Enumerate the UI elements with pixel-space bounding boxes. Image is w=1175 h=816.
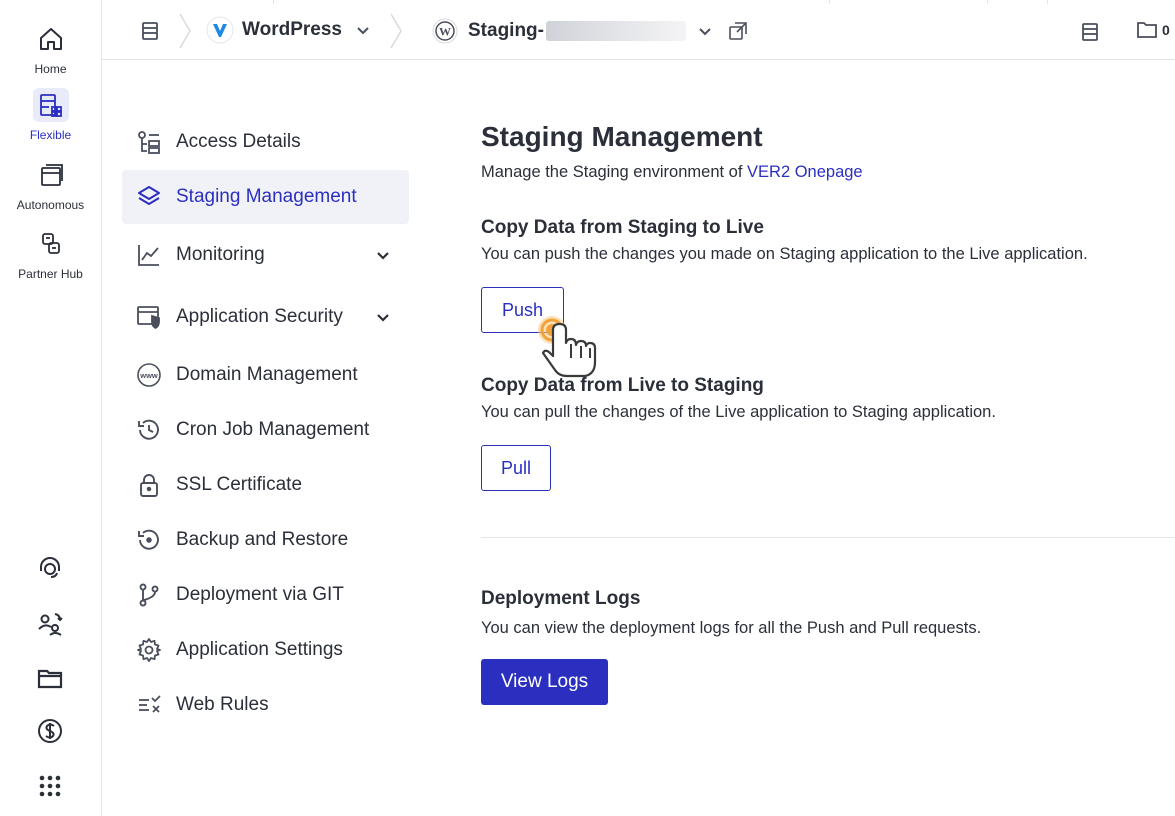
- svg-text:W: W: [439, 25, 451, 39]
- server-details-icon[interactable]: [1080, 22, 1100, 42]
- left-rail: Home Flexible Autonomous Partner Hub: [0, 0, 102, 816]
- chevron-down-icon: [699, 28, 711, 36]
- subnav-item-domain-management[interactable]: www Domain Management: [122, 348, 409, 402]
- flexible-icon-wrap: [32, 88, 69, 122]
- subnav-item-backup-and-restore[interactable]: Backup and Restore: [122, 513, 409, 567]
- subnav-item-access-details[interactable]: Access Details: [122, 115, 409, 169]
- subnav-item-cron-job-management[interactable]: Cron Job Management: [122, 403, 409, 457]
- breadcrumb-separator-icon: [390, 13, 402, 49]
- subnav-label: Cron Job Management: [176, 419, 370, 440]
- server-list-icon[interactable]: [140, 21, 160, 41]
- rail-item-home[interactable]: Home: [0, 22, 101, 76]
- clock-history-icon: [138, 419, 159, 440]
- page-subtitle: Manage the Staging environment of VER2 O…: [481, 163, 863, 182]
- app-name: WordPress: [242, 19, 342, 40]
- subnav-item-web-rules[interactable]: Web Rules: [122, 678, 409, 732]
- top-tab-line: [102, 0, 274, 4]
- rail-label-home: Home: [34, 62, 67, 76]
- rail-item-autonomous[interactable]: Autonomous: [0, 158, 101, 212]
- subnav-item-application-security[interactable]: Application Security: [122, 290, 409, 344]
- subnav-label: Deployment via GIT: [176, 584, 344, 605]
- autonomous-icon-wrap: [33, 158, 69, 192]
- subnav-label: Staging Management: [176, 186, 357, 207]
- subnav-label: Access Details: [176, 131, 301, 152]
- chevron-down-icon: [357, 27, 369, 35]
- push-section-text: You can push the changes you made on Sta…: [481, 245, 1088, 263]
- pull-section-text: You can pull the changes of the Live app…: [481, 403, 996, 421]
- shield-window-icon: [137, 306, 160, 330]
- web-rules-icon: [139, 695, 161, 713]
- home-icon-wrap: [33, 22, 69, 56]
- breadcrumb-separator-icon: [179, 13, 191, 49]
- rail-item-flexible[interactable]: Flexible: [0, 88, 101, 142]
- top-tab-line: [988, 0, 1048, 4]
- backup-restore-icon: [138, 529, 159, 550]
- chart-line-icon: [138, 245, 159, 266]
- pull-section-heading: Copy Data from Live to Staging: [481, 375, 764, 396]
- vultr-logo-icon: [206, 16, 234, 44]
- subnav-label: Application Security: [176, 306, 343, 327]
- server-name: Staging-: [468, 20, 544, 41]
- subnav-item-ssl-certificate[interactable]: SSL Certificate: [122, 458, 409, 512]
- user-switch-icon[interactable]: [36, 610, 64, 638]
- app-selector[interactable]: WordPress: [206, 16, 370, 44]
- external-link-icon[interactable]: [728, 21, 748, 41]
- wordpress-logo-icon: W: [432, 18, 458, 44]
- gear-icon: [137, 638, 161, 662]
- subnav-label: Web Rules: [176, 694, 269, 715]
- folder-counter[interactable]: 0: [1136, 20, 1170, 40]
- view-logs-button[interactable]: View Logs: [481, 659, 608, 705]
- lock-icon: [140, 474, 158, 497]
- subnav-item-staging-management[interactable]: Staging Management: [122, 170, 409, 224]
- top-bar: WordPress W Staging- 0: [102, 0, 1175, 60]
- subnav-label: Monitoring: [176, 244, 265, 265]
- top-tab-line: [830, 0, 988, 4]
- subnav-item-deployment-via-git[interactable]: Deployment via GIT: [122, 568, 409, 622]
- home-icon: [39, 28, 62, 50]
- push-button[interactable]: Push: [481, 287, 564, 333]
- support-agent-icon[interactable]: [36, 554, 64, 582]
- chevron-down-icon[interactable]: [375, 247, 391, 263]
- logs-section-heading: Deployment Logs: [481, 588, 641, 609]
- git-branch-icon: [139, 583, 159, 607]
- subnav-item-application-settings[interactable]: Application Settings: [122, 623, 409, 677]
- rail-label-flexible: Flexible: [29, 128, 72, 142]
- folder-icon[interactable]: [36, 664, 64, 692]
- subnav-label: Application Settings: [176, 639, 343, 660]
- top-tab-line: [274, 0, 830, 4]
- access-details-icon: [138, 131, 160, 154]
- autonomous-icon: [40, 164, 63, 186]
- chevron-down-icon[interactable]: [375, 309, 391, 325]
- subnav-item-monitoring[interactable]: Monitoring: [122, 228, 409, 282]
- svg-text:www: www: [139, 371, 158, 380]
- subnav-label: SSL Certificate: [176, 474, 303, 495]
- logs-section-text: You can view the deployment logs for all…: [481, 619, 982, 637]
- server-selector[interactable]: W Staging-: [432, 18, 748, 44]
- flexible-icon: [39, 94, 62, 117]
- folder-count: 0: [1162, 22, 1170, 38]
- subnav-label: Backup and Restore: [176, 529, 349, 550]
- rail-label-partner-hub: Partner Hub: [18, 267, 83, 281]
- pull-button[interactable]: Pull: [481, 445, 551, 491]
- rail-item-partner-hub[interactable]: Partner Hub: [0, 227, 101, 281]
- billing-dollar-icon[interactable]: [36, 717, 64, 745]
- layers-icon: [138, 186, 160, 205]
- section-divider: [481, 537, 1175, 538]
- apps-grid-icon[interactable]: [36, 772, 64, 800]
- application-link[interactable]: VER2 Onepage: [747, 163, 863, 181]
- page-title: Staging Management: [481, 121, 763, 152]
- www-globe-icon: www: [137, 363, 161, 387]
- subnav-label: Domain Management: [176, 364, 358, 385]
- subtitle-text: Manage the Staging environment of: [481, 163, 748, 181]
- push-section-heading: Copy Data from Staging to Live: [481, 217, 764, 238]
- rail-label-autonomous: Autonomous: [16, 198, 85, 212]
- redacted-text: [546, 21, 686, 41]
- partner-hub-icon-wrap: [33, 227, 69, 261]
- folder-icon: [1137, 22, 1157, 38]
- partner-hub-icon: [41, 233, 60, 254]
